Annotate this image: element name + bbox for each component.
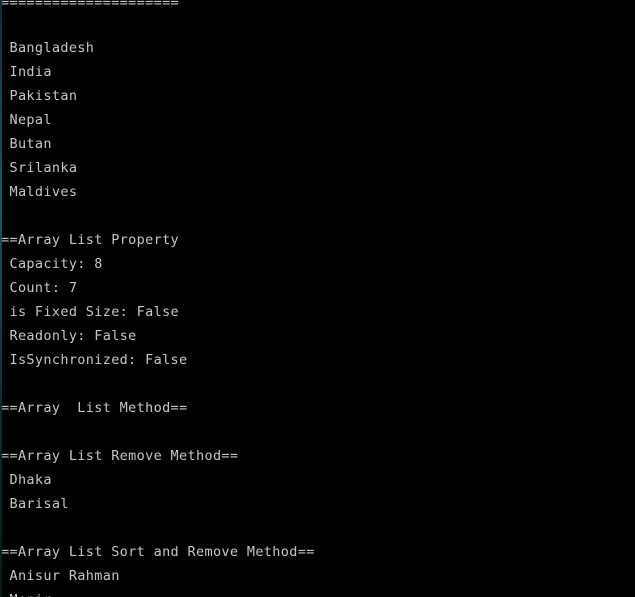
window-left-edge-accent — [0, 0, 2, 597]
console-line-separator-top: ===================== — [1, 0, 180, 11]
console-line-name-anisur-rahman: Anisur Rahman — [1, 568, 120, 584]
console-line-prop-is-fixed-size: is Fixed Size: False — [1, 304, 180, 320]
console-line-blank-5 — [0, 516, 635, 540]
console-line-country-pakistan: Pakistan — [1, 88, 78, 104]
console-line-city-dhaka: Dhaka — [1, 472, 52, 488]
console-line-header-method: ==Array List Method== — [1, 400, 188, 416]
console-line-country-bangladesh: Bangladesh — [1, 40, 95, 56]
console-output-text: ===================== Bangladesh India P… — [0, 0, 635, 597]
console-line-blank-3 — [0, 372, 635, 396]
console-line-country-maldives: Maldives — [1, 184, 78, 200]
console-line-country-butan: Butan — [1, 136, 52, 152]
console-window[interactable]: ===================== Bangladesh India P… — [0, 0, 635, 597]
console-line-country-nepal: Nepal — [1, 112, 52, 128]
console-line-name-monir: Monir — [0, 588, 635, 597]
console-line-country-srilanka: Srilanka — [1, 160, 78, 176]
console-line-city-barisal: Barisal — [1, 496, 69, 512]
console-line-country-india: India — [1, 64, 52, 80]
console-line-header-property: ==Array List Property — [1, 232, 180, 248]
console-line-prop-is-synchronized: IsSynchronized: False — [1, 352, 188, 368]
console-line-blank-1 — [0, 12, 635, 36]
console-line-prop-capacity: Capacity: 8 — [1, 256, 103, 272]
console-line-blank-2 — [0, 204, 635, 228]
console-line-prop-count: Count: 7 — [1, 280, 78, 296]
console-line-header-remove-method: ==Array List Remove Method== — [1, 448, 239, 464]
console-line-prop-readonly: Readonly: False — [1, 328, 137, 344]
console-line-blank-4 — [0, 420, 635, 444]
console-line-header-sort-remove: ==Array List Sort and Remove Method== — [1, 544, 315, 560]
